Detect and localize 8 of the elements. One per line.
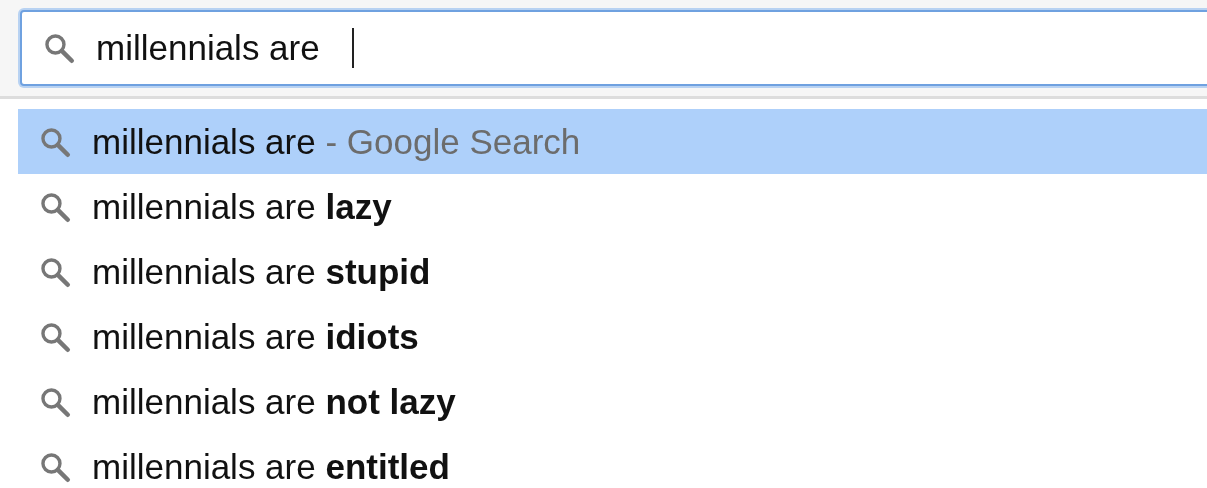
suggestion-item[interactable]: millennials are not lazy <box>18 369 1207 434</box>
search-field[interactable]: millennials are <box>20 10 1207 86</box>
suggestion-item[interactable]: millennials are lazy <box>18 174 1207 239</box>
suggestion-item[interactable]: millennials are - Google Search <box>18 109 1207 174</box>
suggestion-item[interactable]: millennials are entitled <box>18 434 1207 488</box>
suggestion-item[interactable]: millennials are idiots <box>18 304 1207 369</box>
suggestion-item[interactable]: millennials are stupid <box>18 239 1207 304</box>
search-icon <box>42 31 76 65</box>
